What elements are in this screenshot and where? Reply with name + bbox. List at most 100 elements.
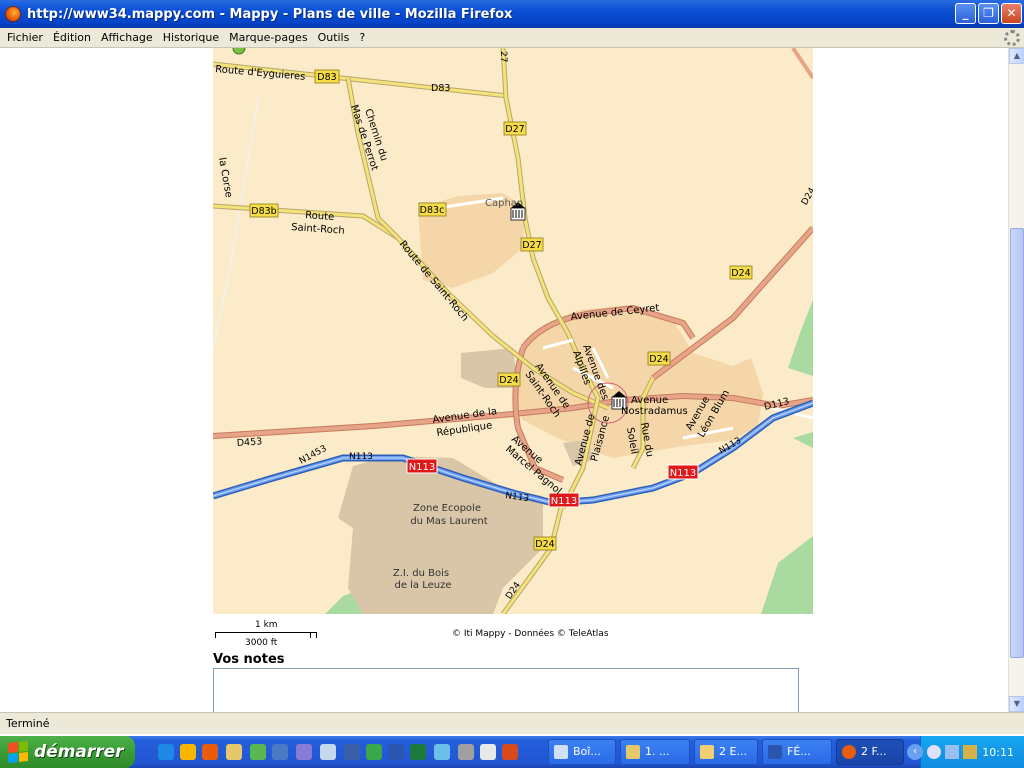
place-label: Caphan xyxy=(485,198,523,209)
task-label: Boî... xyxy=(573,745,601,758)
app-icon xyxy=(626,745,640,759)
tray-icon[interactable] xyxy=(927,745,941,759)
road-shield-n113-c: N113 xyxy=(667,464,699,480)
window-title: http://www34.mappy.com - Mappy - Plans d… xyxy=(27,6,513,22)
road-shield-d24-d: D24 xyxy=(533,536,557,551)
scrollbar-thumb[interactable] xyxy=(1010,228,1024,658)
taskbar-task[interactable]: 1. ... xyxy=(620,739,690,765)
task-label: FÉ... xyxy=(787,745,811,758)
window-title-bar[interactable]: http://www34.mappy.com - Mappy - Plans d… xyxy=(0,0,1024,28)
svg-text:D24: D24 xyxy=(731,268,750,279)
road-shield-d24-b: D24 xyxy=(647,351,671,366)
menu-edition[interactable]: Édition xyxy=(48,31,96,44)
map-scale: 1 km 3000 ft xyxy=(213,620,323,652)
svg-text:D24: D24 xyxy=(649,354,668,365)
street-label: Route xyxy=(305,210,335,223)
scroll-up-arrow[interactable]: ▲ xyxy=(1009,48,1024,64)
status-text: Terminé xyxy=(6,717,50,730)
road-shield-d27: D27 xyxy=(503,121,527,136)
app-icon[interactable] xyxy=(296,744,312,760)
menu-help[interactable]: ? xyxy=(354,31,370,44)
start-button[interactable]: démarrer xyxy=(0,736,135,768)
taskbar-task[interactable]: FÉ... xyxy=(762,739,832,765)
svg-text:D27: D27 xyxy=(522,240,541,251)
tray-icon[interactable] xyxy=(945,745,959,759)
page-content: D83 D83 D27 27 D83b D83c D27 D24 D24 D24… xyxy=(0,48,1008,712)
maximize-button[interactable]: ❐ xyxy=(978,3,999,24)
mail-icon xyxy=(554,745,568,759)
app-icon[interactable] xyxy=(344,744,360,760)
street-label: Nostradamus xyxy=(621,406,688,417)
menu-marque-pages[interactable]: Marque-pages xyxy=(224,31,312,44)
road-label-n113: N113 xyxy=(349,452,373,462)
svg-text:D24: D24 xyxy=(535,539,554,550)
folder-icon[interactable] xyxy=(226,744,242,760)
menu-bar: Fichier Édition Affichage Historique Mar… xyxy=(0,28,1024,48)
minimize-button[interactable]: _ xyxy=(955,3,976,24)
folder-icon xyxy=(700,745,714,759)
svg-text:N113: N113 xyxy=(670,468,697,479)
svg-text:D27: D27 xyxy=(505,124,524,135)
menu-historique[interactable]: Historique xyxy=(158,31,224,44)
taskbar: démarrer Boî... 1. ... 2 E... FÉ... 2 F.… xyxy=(0,736,1024,768)
system-tray: ‹ 10:11 xyxy=(907,736,1024,768)
app-icon[interactable] xyxy=(480,744,496,760)
firefox-quicklaunch-icon[interactable] xyxy=(202,744,218,760)
svg-text:N113: N113 xyxy=(409,462,436,473)
app-icon[interactable] xyxy=(366,744,382,760)
road-label-d453: D453 xyxy=(236,436,262,449)
road-label-27: 27 xyxy=(498,51,508,62)
word-icon[interactable] xyxy=(388,744,404,760)
svg-text:D24: D24 xyxy=(499,375,518,386)
app-icon[interactable] xyxy=(250,744,266,760)
notes-textarea[interactable] xyxy=(213,668,799,712)
app-icon[interactable] xyxy=(434,744,450,760)
road-shield-d83b: D83b xyxy=(249,203,279,218)
scale-metric: 1 km xyxy=(255,620,278,630)
app-icon[interactable] xyxy=(502,744,518,760)
close-button[interactable]: ✕ xyxy=(1001,3,1022,24)
map-credits: © Iti Mappy - Données © TeleAtlas xyxy=(452,629,609,639)
task-label: 1. ... xyxy=(645,745,670,758)
tray-icon[interactable] xyxy=(963,745,977,759)
clock: 10:11 xyxy=(982,746,1014,759)
firefox-icon xyxy=(5,6,21,22)
menu-affichage[interactable]: Affichage xyxy=(96,31,158,44)
firefox-icon xyxy=(842,745,856,759)
excel-icon[interactable] xyxy=(410,744,426,760)
app-icon[interactable] xyxy=(272,744,288,760)
area-label: de la Leuze xyxy=(394,580,451,591)
task-label: 2 E... xyxy=(719,745,747,758)
road-shield-d83: D83 xyxy=(314,69,340,84)
app-icon[interactable] xyxy=(458,744,474,760)
status-bar: Terminé xyxy=(0,712,1024,734)
street-label: Avenue xyxy=(631,395,668,406)
chrome-icon[interactable] xyxy=(180,744,196,760)
task-label: 2 F... xyxy=(861,745,887,758)
scale-imperial: 3000 ft xyxy=(245,638,278,648)
app-icon[interactable] xyxy=(320,744,336,760)
word-icon xyxy=(768,745,782,759)
area-label: Z.I. du Bois xyxy=(393,568,449,579)
tray-expand-icon[interactable]: ‹ xyxy=(907,744,923,760)
road-shield-d24-c: D24 xyxy=(497,372,521,387)
taskbar-task-active[interactable]: 2 F... xyxy=(836,739,904,765)
svg-text:D83b: D83b xyxy=(251,206,276,217)
ie-icon[interactable] xyxy=(158,744,174,760)
taskbar-task[interactable]: Boî... xyxy=(548,739,616,765)
taskbar-task[interactable]: 2 E... xyxy=(694,739,758,765)
start-label: démarrer xyxy=(34,742,124,762)
road-shield-n113-b: N113 xyxy=(548,492,580,508)
throbber-icon xyxy=(1004,30,1020,46)
menu-fichier[interactable]: Fichier xyxy=(2,31,48,44)
menu-outils[interactable]: Outils xyxy=(313,31,355,44)
road-shield-d24-a: D24 xyxy=(729,265,753,280)
road-shield-d27-b: D27 xyxy=(520,237,544,252)
svg-text:D83c: D83c xyxy=(420,205,445,216)
road-label-d83: D83 xyxy=(431,83,450,94)
scroll-down-arrow[interactable]: ▼ xyxy=(1009,696,1024,712)
city-map[interactable]: D83 D83 D27 27 D83b D83c D27 D24 D24 D24… xyxy=(213,48,813,614)
road-shield-n113-a: N113 xyxy=(406,458,438,474)
area-label: Zone Ecopole xyxy=(413,503,481,514)
vertical-scrollbar[interactable]: ▲ ▼ xyxy=(1008,48,1024,712)
